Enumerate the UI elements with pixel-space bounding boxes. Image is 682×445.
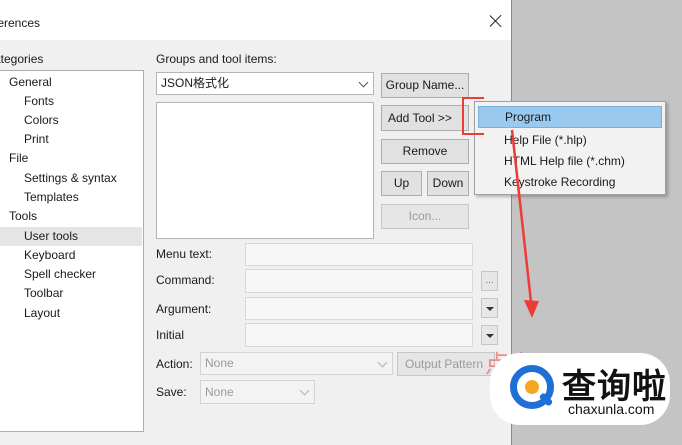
arrow-head [524, 300, 539, 318]
logo-dot [525, 380, 539, 394]
watermark-logo: 查询啦 chaxunla.com [490, 353, 670, 425]
arrow-shaft [510, 129, 533, 303]
watermark-brand-en: chaxunla.com [568, 401, 655, 417]
